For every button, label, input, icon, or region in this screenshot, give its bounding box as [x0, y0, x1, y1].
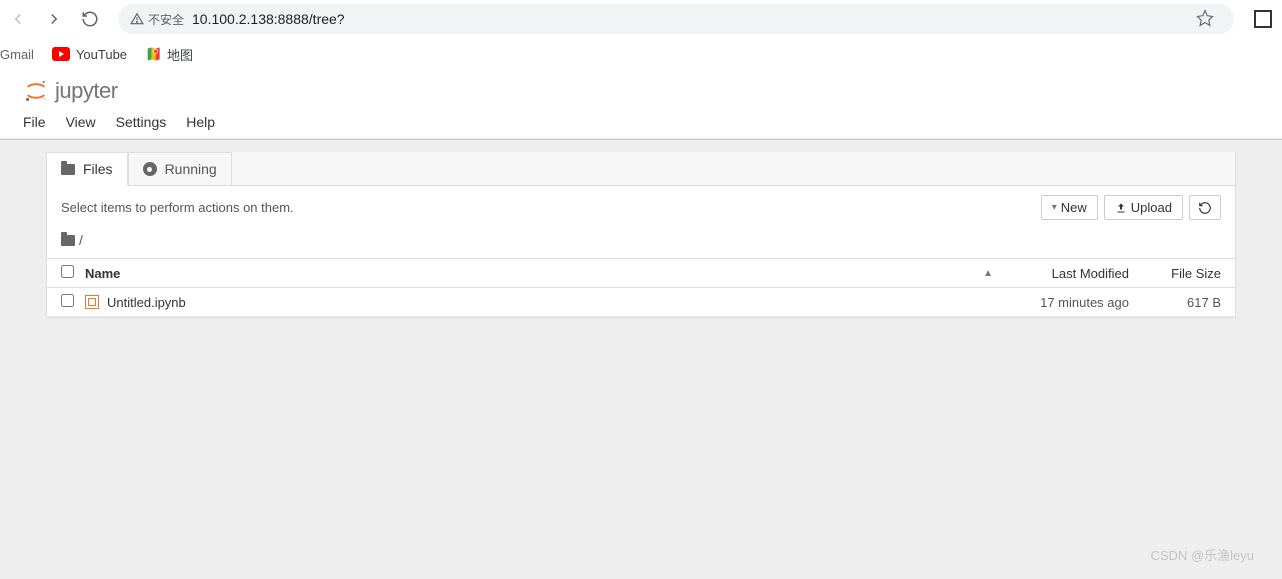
back-button[interactable]	[4, 5, 32, 33]
map-icon	[145, 46, 161, 62]
bookmark-map[interactable]: 地图	[145, 45, 193, 64]
col-name[interactable]: Name	[85, 266, 120, 281]
file-modified: 17 minutes ago	[1001, 295, 1141, 310]
new-button[interactable]: ▾ New	[1041, 195, 1098, 220]
col-size[interactable]: File Size	[1141, 266, 1221, 281]
refresh-icon	[1198, 201, 1212, 215]
jupyter-logo[interactable]: jupyter	[23, 78, 118, 104]
jupyter-logo-text: jupyter	[55, 78, 118, 104]
menubar: File View Settings Help	[11, 108, 1271, 138]
tab-running[interactable]: Running	[128, 152, 232, 185]
breadcrumb[interactable]: /	[47, 228, 1235, 258]
forward-button[interactable]	[40, 5, 68, 33]
running-icon	[143, 162, 157, 176]
tabs: Files Running	[47, 152, 1235, 186]
col-modified[interactable]: Last Modified	[1001, 266, 1141, 281]
refresh-button[interactable]	[1189, 195, 1221, 220]
address-bar[interactable]: 不安全 10.100.2.138:8888/tree?	[118, 4, 1234, 34]
bookmark-gmail[interactable]: Gmail	[0, 47, 34, 62]
upload-button[interactable]: Upload	[1104, 195, 1183, 220]
row-checkbox[interactable]	[61, 294, 74, 307]
selection-hint: Select items to perform actions on them.	[61, 200, 294, 215]
menu-view[interactable]: View	[66, 114, 96, 130]
bookmark-star-icon[interactable]	[1188, 9, 1222, 30]
tab-files[interactable]: Files	[47, 152, 128, 186]
notebook-icon	[85, 295, 103, 309]
file-row: Untitled.ipynb 17 minutes ago 617 B	[47, 288, 1235, 317]
file-name[interactable]: Untitled.ipynb	[103, 295, 1001, 310]
sort-asc-icon[interactable]: ▲	[983, 268, 993, 279]
menu-settings[interactable]: Settings	[116, 114, 167, 130]
panel-button[interactable]	[1254, 10, 1272, 28]
caret-down-icon: ▾	[1052, 202, 1057, 213]
folder-icon	[61, 164, 75, 175]
menu-help[interactable]: Help	[186, 114, 215, 130]
bookmark-youtube[interactable]: YouTube	[52, 47, 127, 62]
security-label: 不安全	[148, 11, 184, 28]
upload-icon	[1115, 202, 1127, 214]
menu-file[interactable]: File	[23, 114, 46, 130]
url-text: 10.100.2.138:8888/tree?	[192, 11, 345, 27]
select-all-checkbox[interactable]	[61, 265, 74, 278]
security-warning: 不安全	[130, 11, 184, 28]
list-header: Name ▲ Last Modified File Size	[47, 258, 1235, 288]
jupyter-icon	[23, 78, 49, 104]
file-size: 617 B	[1141, 295, 1221, 310]
watermark: CSDN @乐渔leyu	[1151, 545, 1255, 564]
folder-icon	[61, 235, 75, 246]
reload-button[interactable]	[76, 5, 104, 33]
youtube-icon	[52, 47, 70, 61]
